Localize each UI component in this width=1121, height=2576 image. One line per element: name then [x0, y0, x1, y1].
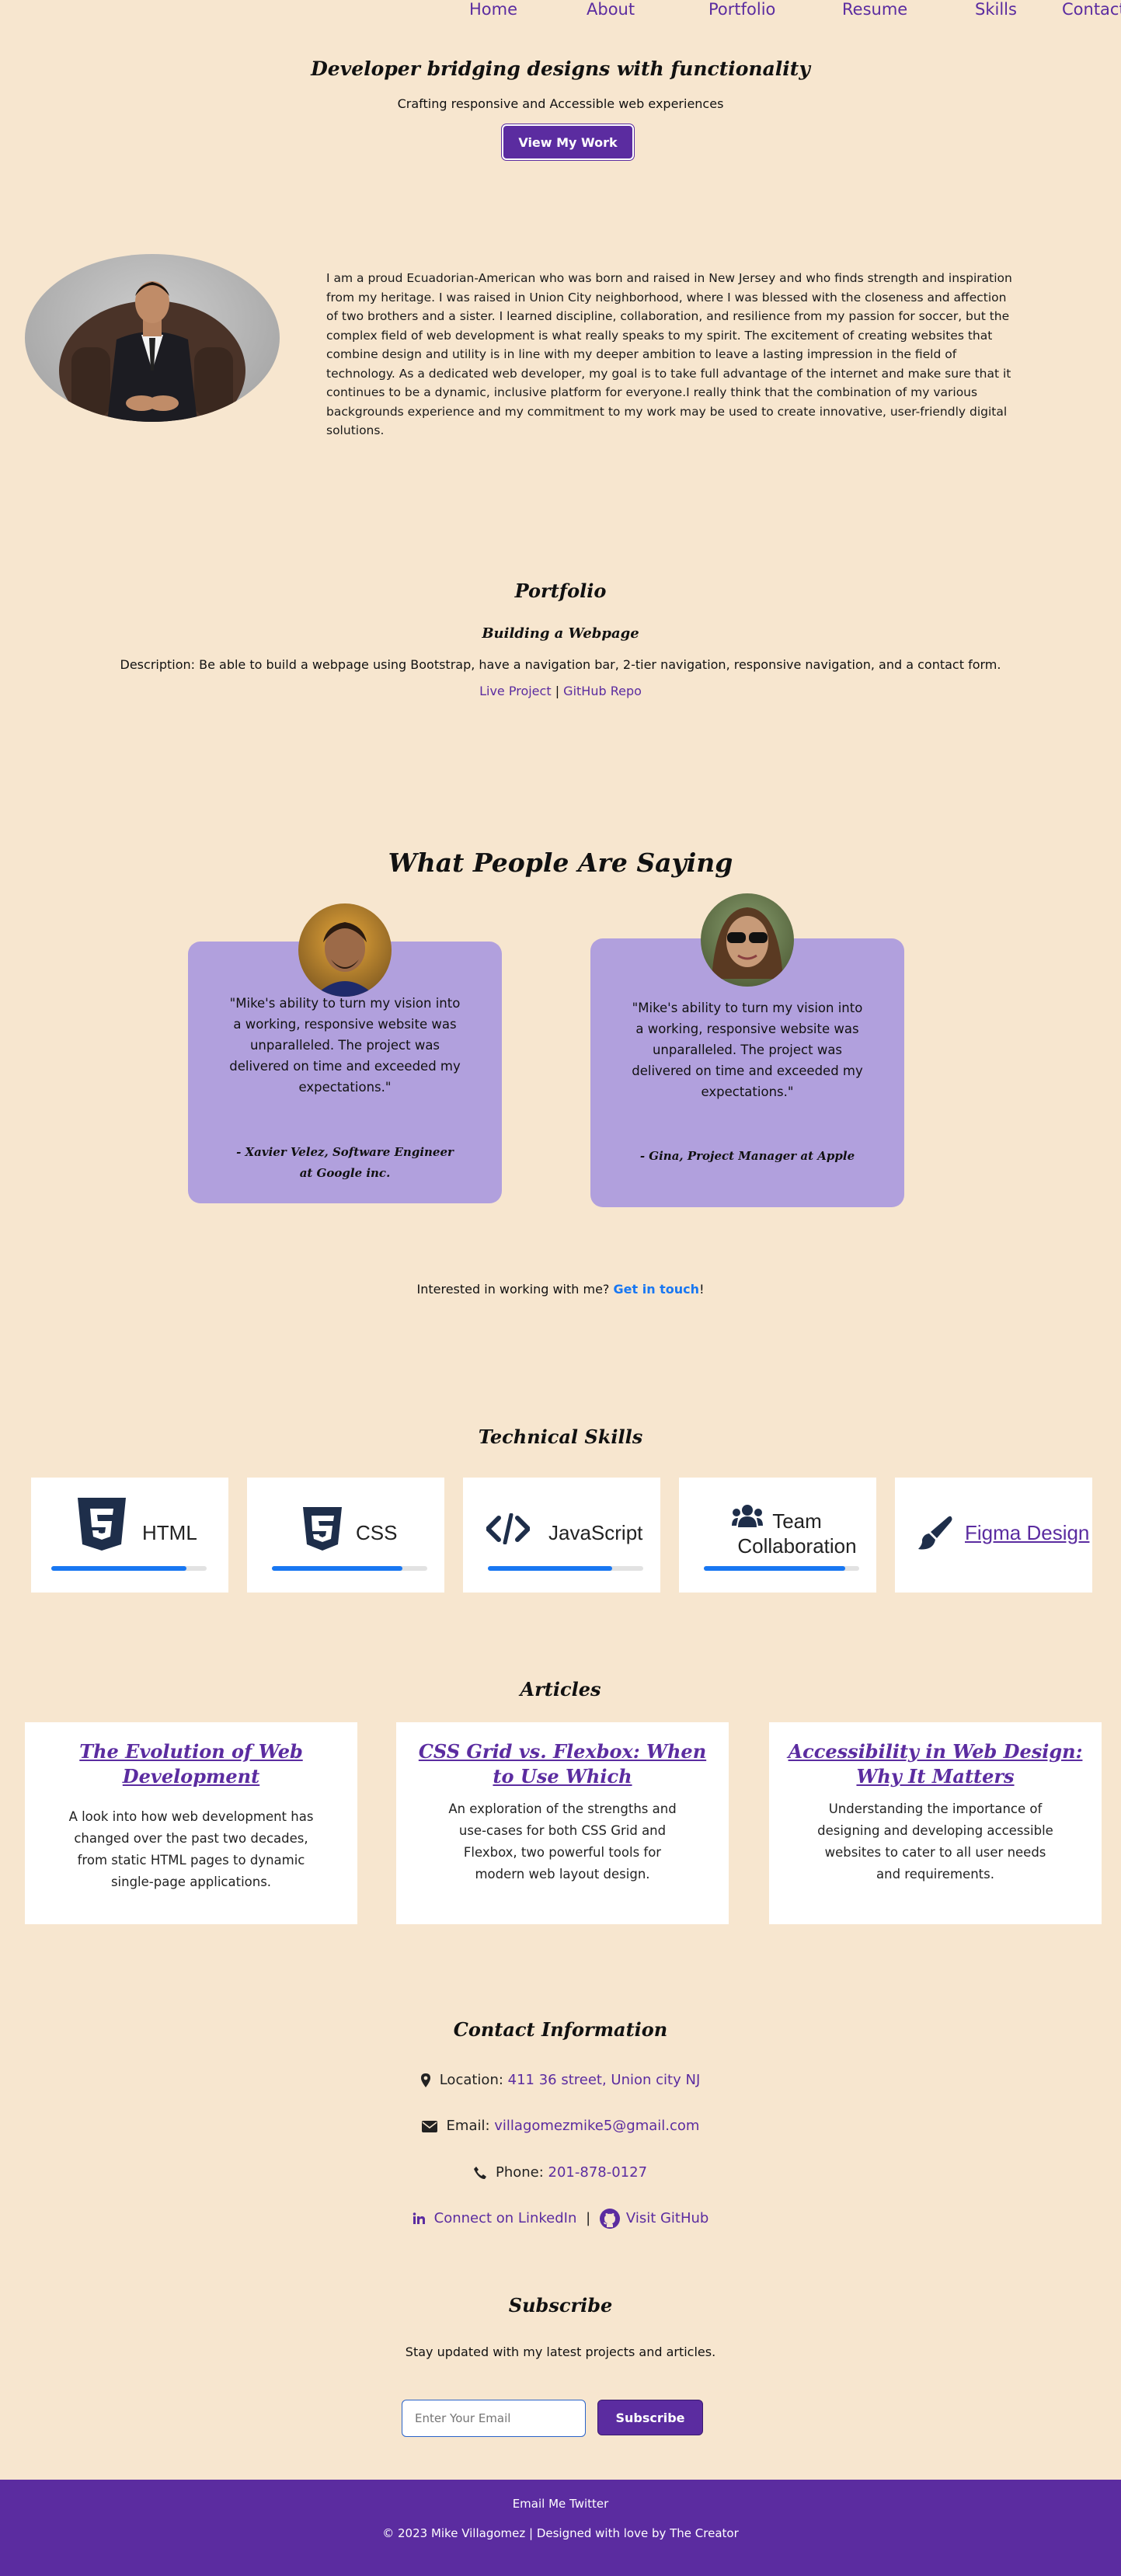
article-card: The Evolution of Web Development A look …	[25, 1722, 357, 1924]
skill-progress-fill	[51, 1566, 186, 1571]
nav-skills[interactable]: Skills	[975, 0, 1017, 19]
project-description: Description: Be able to build a webpage …	[120, 657, 1001, 672]
project-links: Live Project | GitHub Repo	[0, 684, 1121, 698]
nav-about[interactable]: About	[587, 0, 635, 19]
article-title-link[interactable]: The Evolution of Web Development	[25, 1739, 357, 1789]
email-label: Email:	[446, 2118, 495, 2134]
skill-label: HTML	[142, 1521, 197, 1544]
skill-card-html: HTML	[31, 1478, 228, 1593]
skill-card-team-collaboration: Team Collaboration	[679, 1478, 876, 1593]
skill-progress-bar	[51, 1566, 207, 1571]
testimonials-heading: What People Are Saying	[388, 848, 733, 878]
subscribe-email-input[interactable]	[402, 2400, 586, 2437]
nav-portfolio[interactable]: Portfolio	[708, 0, 775, 19]
articles-heading: Articles	[520, 1678, 601, 1701]
html5-icon	[78, 1498, 126, 1551]
nav-contact[interactable]: Contact	[1062, 0, 1121, 19]
footer-copyright: © 2023 Mike Villagomez | Designed with l…	[382, 2526, 739, 2540]
skill-progress-fill	[704, 1566, 845, 1571]
github-repo-link[interactable]: GitHub Repo	[563, 684, 642, 698]
skill-card-figma-design[interactable]: Figma Design	[895, 1478, 1092, 1593]
envelope-icon	[421, 2120, 437, 2132]
subscribe-button[interactable]: Subscribe	[597, 2400, 703, 2435]
github-link[interactable]: Visit GitHub	[626, 2210, 708, 2226]
skill-card-css: CSS	[247, 1478, 444, 1593]
top-navigation: Home About Portfolio Resume Skills Conta…	[0, 0, 1121, 22]
article-card: CSS Grid vs. Flexbox: When to Use Which …	[396, 1722, 729, 1924]
profile-photo	[25, 254, 280, 422]
view-my-work-button[interactable]: View My Work	[502, 124, 634, 160]
email-link[interactable]: villagomezmike5@gmail.com	[494, 2118, 699, 2134]
hero-title: Developer bridging designs with function…	[311, 57, 810, 80]
skill-progress-bar	[704, 1566, 859, 1571]
article-description: Understanding the importance of designin…	[817, 1801, 1053, 1882]
skill-progress-fill	[488, 1566, 612, 1571]
testimonial-author: - Gina, Project Manager at Apple	[639, 1149, 855, 1163]
article-title-link[interactable]: CSS Grid vs. Flexbox: When to Use Which	[396, 1739, 729, 1789]
code-icon	[486, 1513, 530, 1544]
paintbrush-icon	[918, 1516, 952, 1550]
get-in-touch-link[interactable]: Get in touch	[614, 1282, 700, 1297]
testimonial-quote: "Mike's ability to turn my vision into a…	[632, 1001, 863, 1099]
linkedin-icon	[413, 2212, 425, 2224]
article-description: A look into how web development has chan…	[68, 1809, 314, 1889]
contact-phone: Phone: 201-878-0127	[0, 2164, 1121, 2181]
skill-card-javascript: JavaScript	[463, 1478, 660, 1593]
map-marker-icon	[420, 2073, 430, 2087]
skills-heading: Technical Skills	[478, 1426, 643, 1448]
linkedin-link[interactable]: Connect on LinkedIn	[434, 2210, 577, 2226]
live-project-link[interactable]: Live Project	[479, 684, 552, 698]
skill-label: CSS	[356, 1521, 398, 1544]
hero-subtitle: Crafting responsive and Accessible web e…	[397, 96, 724, 111]
footer: Email Me Twitter © 2023 Mike Villagomez …	[0, 2480, 1121, 2576]
testimonial-quote: "Mike's ability to turn my vision into a…	[229, 996, 461, 1095]
css3-icon	[303, 1507, 342, 1551]
phone-link[interactable]: 201-878-0127	[548, 2164, 648, 2181]
skill-progress-bar	[272, 1566, 427, 1571]
contact-heading: Contact Information	[453, 2018, 668, 2041]
about-text: I am a proud Ecuadorian-American who was…	[326, 271, 1012, 437]
nav-home[interactable]: Home	[469, 0, 517, 19]
skill-label: Team Collaboration	[737, 1509, 857, 1558]
github-icon	[599, 2209, 620, 2229]
skill-progress-fill	[272, 1566, 402, 1571]
location-label: Location:	[439, 2072, 508, 2088]
article-card: Accessibility in Web Design: Why It Matt…	[769, 1722, 1102, 1924]
article-description: An exploration of the strengths and use-…	[448, 1801, 677, 1882]
social-links: Connect on LinkedIn | Visit GitHub	[0, 2209, 1121, 2229]
cta-text: Interested in working with me?	[416, 1282, 614, 1297]
link-separator: |	[555, 684, 560, 698]
subscribe-text: Stay updated with my latest projects and…	[405, 2345, 716, 2359]
cta-line: Interested in working with me? Get in to…	[0, 1282, 1121, 1297]
contact-location: Location: 411 36 street, Union city NJ	[0, 2072, 1121, 2088]
article-title-link[interactable]: Accessibility in Web Design: Why It Matt…	[769, 1739, 1102, 1789]
social-separator: |	[586, 2210, 591, 2226]
avatar	[701, 893, 794, 987]
phone-label: Phone:	[495, 2164, 548, 2181]
skill-progress-bar	[488, 1566, 643, 1571]
phone-icon	[473, 2167, 486, 2179]
portfolio-heading: Portfolio	[514, 580, 607, 602]
location-link[interactable]: 411 36 street, Union city NJ	[508, 2072, 701, 2088]
subscribe-heading: Subscribe	[508, 2294, 613, 2317]
contact-email: Email: villagomezmike5@gmail.com	[0, 2118, 1121, 2134]
testimonial-author: - Xavier Velez, Software Engineer at Goo…	[236, 1145, 454, 1180]
skill-label: JavaScript	[548, 1521, 643, 1544]
footer-links[interactable]: Email Me Twitter	[0, 2497, 1121, 2511]
nav-resume[interactable]: Resume	[842, 0, 907, 19]
avatar	[298, 903, 392, 997]
cta-end: !	[699, 1282, 705, 1297]
project-title: Building a Webpage	[482, 625, 639, 642]
skill-label[interactable]: Figma Design	[965, 1521, 1089, 1545]
